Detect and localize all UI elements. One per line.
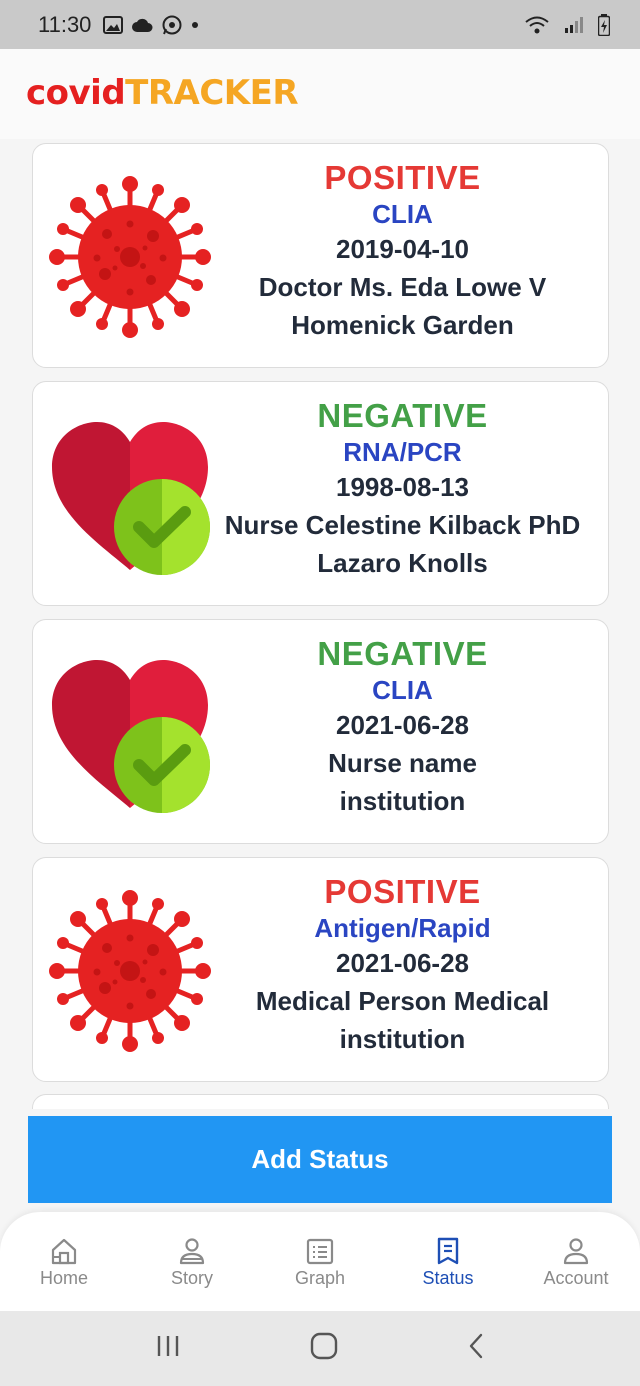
institution: Homenick Garden: [291, 310, 514, 340]
system-navigation-bar: [0, 1311, 640, 1386]
test-date: 1998-08-13: [336, 472, 469, 502]
add-status-button[interactable]: Add Status: [28, 1116, 612, 1203]
nav-account-label: Account: [543, 1268, 609, 1288]
medical-person: Doctor Ms. Eda Lowe V: [258, 272, 547, 302]
nav-story-label: Story: [170, 1268, 213, 1288]
status-result: POSITIVE: [324, 873, 481, 910]
battery-icon: [598, 13, 610, 36]
status-result: NEGATIVE: [317, 635, 488, 672]
nav-graph-label: Graph: [294, 1268, 346, 1288]
institution: institution: [339, 786, 466, 816]
status-card-partial[interactable]: [32, 1094, 609, 1109]
virus-icon: [47, 888, 213, 1054]
app-header: covidTRACKER: [0, 49, 640, 139]
status-result: NEGATIVE: [317, 397, 488, 434]
bottom-navigation: Home Story Graph Status Account: [0, 1212, 640, 1311]
signal-icon: [564, 16, 584, 34]
heart-check-icon: [47, 650, 213, 816]
medical-person: Nurse name: [328, 748, 477, 778]
virus-icon: [47, 174, 213, 340]
institution: Lazaro Knolls: [317, 548, 488, 578]
clock: 11:30: [38, 11, 92, 37]
status-card[interactable]: POSITIVE Antigen/Rapid 2021-06-28 Medica…: [32, 857, 609, 1082]
test-type: CLIA: [372, 675, 433, 705]
test-type: Antigen/Rapid: [314, 913, 491, 943]
dot-icon: [191, 21, 199, 29]
system-status-bar: 11:30: [0, 0, 640, 49]
nav-status-label: Status: [422, 1268, 474, 1288]
heart-check-icon: [47, 412, 213, 578]
home-button-icon[interactable]: [309, 1331, 339, 1366]
nav-story[interactable]: Story: [128, 1212, 256, 1311]
medical-person: Nurse Celestine Kilback PhD: [224, 510, 581, 540]
institution: institution: [339, 1024, 466, 1054]
test-date: 2021-06-28: [336, 948, 469, 978]
wifi-icon: [524, 15, 550, 35]
status-card[interactable]: POSITIVE CLIA 2019-04-10 Doctor Ms. Eda …: [32, 143, 609, 368]
nav-account[interactable]: Account: [512, 1212, 640, 1311]
whatsapp-icon: [161, 14, 183, 36]
bookmark-doc-icon: [437, 1237, 459, 1265]
clipboard-icon: [306, 1238, 334, 1265]
back-icon[interactable]: [466, 1332, 486, 1365]
status-result: POSITIVE: [324, 159, 481, 196]
status-card[interactable]: NEGATIVE RNA/PCR 1998-08-13 Nurse Celest…: [32, 381, 609, 606]
nav-status[interactable]: Status: [384, 1212, 512, 1311]
test-type: CLIA: [372, 199, 433, 229]
test-type: RNA/PCR: [343, 437, 462, 467]
test-date: 2019-04-10: [336, 234, 469, 264]
test-date: 2021-06-28: [336, 710, 469, 740]
person-icon: [179, 1238, 205, 1265]
recent-apps-icon[interactable]: [154, 1333, 182, 1364]
logo-covid: covid: [26, 73, 126, 113]
medical-person: Medical Person Medical: [255, 986, 550, 1016]
app-logo: covidTRACKER: [26, 73, 299, 113]
account-icon: [563, 1238, 589, 1265]
status-list[interactable]: POSITIVE CLIA 2019-04-10 Doctor Ms. Eda …: [0, 139, 640, 1109]
nav-home[interactable]: Home: [0, 1212, 128, 1311]
nav-home-label: Home: [39, 1268, 88, 1288]
logo-tracker: TRACKER: [125, 73, 299, 113]
status-card[interactable]: NEGATIVE CLIA 2021-06-28 Nurse name inst…: [32, 619, 609, 844]
gallery-icon: [103, 15, 124, 34]
nav-graph[interactable]: Graph: [256, 1212, 384, 1311]
cloud-icon: [131, 17, 153, 33]
home-icon: [51, 1238, 77, 1265]
